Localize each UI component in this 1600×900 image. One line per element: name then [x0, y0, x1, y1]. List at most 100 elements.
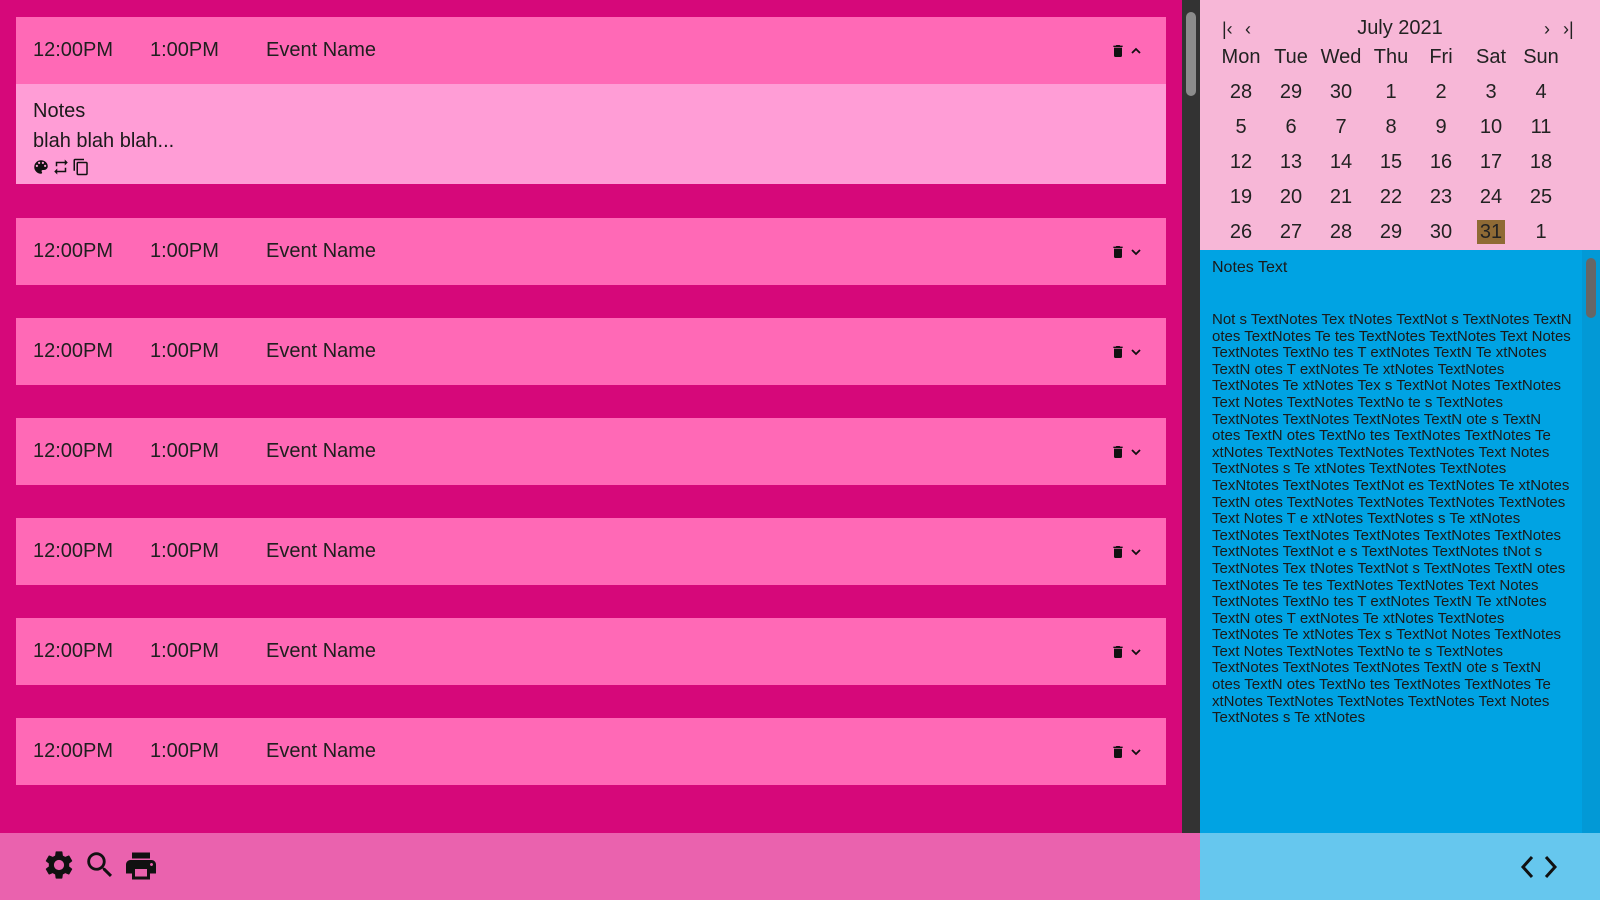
calendar-day-number: 12	[1229, 151, 1253, 173]
event-header[interactable]: 12:00PM 1:00PM Event Name	[16, 418, 1166, 485]
calendar-day[interactable]: 12	[1216, 151, 1266, 174]
delete-event-button[interactable]	[1110, 42, 1126, 60]
event-card[interactable]: 12:00PM 1:00PM Event Name	[16, 418, 1166, 485]
notes-panel[interactable]: Notes Text Not s TextNotes Tex tNotes Te…	[1200, 250, 1582, 833]
calendar-day[interactable]: 30	[1316, 81, 1366, 104]
calendar-day[interactable]: 3	[1466, 81, 1516, 104]
event-header[interactable]: 12:00PM 1:00PM Event Name	[16, 318, 1166, 385]
settings-button[interactable]	[42, 848, 76, 882]
calendar-day[interactable]: 21	[1316, 186, 1366, 209]
calendar-day[interactable]: 18	[1516, 151, 1566, 174]
expand-event-button[interactable]	[1130, 746, 1142, 758]
calendar-day[interactable]: 26	[1216, 221, 1266, 244]
calendar-day[interactable]: 1	[1516, 221, 1566, 244]
calendar-day[interactable]: 2	[1416, 81, 1466, 104]
expand-event-button[interactable]	[1130, 246, 1142, 258]
calendar-week-row: 28 29 30 1 2 3 4	[1216, 75, 1596, 110]
calendar-day[interactable]: 30	[1416, 221, 1466, 244]
event-header[interactable]: 12:00PM 1:00PM Event Name	[16, 17, 1166, 84]
delete-event-button[interactable]	[1110, 643, 1126, 661]
chevron-right-icon	[1544, 855, 1558, 879]
event-card[interactable]: 12:00PM 1:00PM Event Name Notes blah blah bl…	[16, 17, 1166, 184]
month-calendar: |‹ ‹ July 2021 › ›| Mon Tue Wed Thu Fri Sat Su…	[1200, 0, 1600, 250]
calendar-day-number: 19	[1229, 186, 1253, 208]
calendar-day[interactable]: 10	[1466, 116, 1516, 139]
calendar-month-title: July 2021	[1357, 17, 1443, 39]
calendar-day[interactable]: 11	[1516, 116, 1566, 139]
calendar-day-number: 22	[1379, 186, 1403, 208]
calendar-day[interactable]: 4	[1516, 81, 1566, 104]
next-month-button[interactable]: ›	[1544, 18, 1550, 40]
calendar-day[interactable]: 17	[1466, 151, 1516, 174]
event-header[interactable]: 12:00PM 1:00PM Event Name	[16, 718, 1166, 785]
chevron-left-icon	[1520, 855, 1534, 879]
event-card[interactable]: 12:00PM 1:00PM Event Name	[16, 618, 1166, 685]
event-header[interactable]: 12:00PM 1:00PM Event Name	[16, 618, 1166, 685]
calendar-day[interactable]: 28	[1316, 221, 1366, 244]
event-card[interactable]: 12:00PM 1:00PM Event Name	[16, 318, 1166, 385]
event-name: Event Name	[266, 540, 377, 562]
expand-event-button[interactable]	[1130, 346, 1142, 358]
event-list-scrollbar[interactable]	[1182, 0, 1200, 833]
calendar-day[interactable]: 20	[1266, 186, 1316, 209]
calendar-day[interactable]: 6	[1266, 116, 1316, 139]
event-name: Event Name	[266, 440, 377, 462]
notes-scrollbar[interactable]	[1582, 250, 1600, 833]
copy-button[interactable]	[72, 158, 90, 176]
calendar-day-number: 5	[1235, 116, 1247, 138]
calendar-day[interactable]: 8	[1366, 116, 1416, 139]
print-button[interactable]	[123, 848, 159, 884]
calendar-day[interactable]: 25	[1516, 186, 1566, 209]
trash-icon	[1113, 245, 1123, 258]
event-header[interactable]: 12:00PM 1:00PM Event Name	[16, 218, 1166, 285]
calendar-day[interactable]: 13	[1266, 151, 1316, 174]
calendar-day[interactable]: 16	[1416, 151, 1466, 174]
notes-scroll-thumb[interactable]	[1586, 258, 1596, 318]
event-header[interactable]: 12:00PM 1:00PM Event Name	[16, 518, 1166, 585]
collapse-event-button[interactable]	[1130, 45, 1142, 57]
delete-event-button[interactable]	[1110, 743, 1126, 761]
delete-event-button[interactable]	[1110, 543, 1126, 561]
calendar-day-number: 16	[1429, 151, 1453, 173]
delete-event-button[interactable]	[1110, 243, 1126, 261]
calendar-day[interactable]: 5	[1216, 116, 1266, 139]
calendar-day[interactable]: 14	[1316, 151, 1366, 174]
calendar-day-number: 29	[1379, 221, 1403, 243]
notes-text-area[interactable]: Not s TextNotes Tex tNotes TextNot s Tex…	[1212, 311, 1572, 727]
color-button[interactable]	[32, 158, 50, 176]
calendar-day[interactable]: 15	[1366, 151, 1416, 174]
calendar-day[interactable]: 7	[1316, 116, 1366, 139]
delete-event-button[interactable]	[1110, 343, 1126, 361]
weekday-label: Fri	[1429, 46, 1453, 68]
calendar-day[interactable]: 9	[1416, 116, 1466, 139]
panel-pager-bar	[1200, 833, 1600, 900]
calendar-day[interactable]: 23	[1416, 186, 1466, 209]
expand-event-button[interactable]	[1130, 446, 1142, 458]
previous-panel-button[interactable]	[1518, 853, 1538, 881]
calendar-day[interactable]: 22	[1366, 186, 1416, 209]
calendar-day-number: 20	[1279, 186, 1303, 208]
calendar-day[interactable]: 29	[1266, 81, 1316, 104]
calendar-day[interactable]: 1	[1366, 81, 1416, 104]
repeat-button[interactable]	[52, 158, 70, 176]
calendar-day[interactable]: 29	[1366, 221, 1416, 244]
event-notes-text[interactable]: blah blah blah...	[33, 130, 174, 153]
event-card[interactable]: 12:00PM 1:00PM Event Name	[16, 518, 1166, 585]
expand-event-button[interactable]	[1130, 546, 1142, 558]
event-end-time: 1:00PM	[150, 440, 219, 462]
chevron-down-icon	[1131, 648, 1141, 655]
event-list-scroll-thumb[interactable]	[1186, 12, 1196, 96]
last-month-button[interactable]: ›|	[1563, 18, 1574, 40]
search-button[interactable]	[83, 848, 117, 882]
calendar-day-selected[interactable]: 31	[1466, 220, 1516, 244]
calendar-day[interactable]: 24	[1466, 186, 1516, 209]
calendar-day-number: 2	[1435, 81, 1447, 103]
calendar-day[interactable]: 27	[1266, 221, 1316, 244]
expand-event-button[interactable]	[1130, 646, 1142, 658]
next-panel-button[interactable]	[1540, 853, 1560, 881]
event-card[interactable]: 12:00PM 1:00PM Event Name	[16, 218, 1166, 285]
calendar-day[interactable]: 28	[1216, 81, 1266, 104]
delete-event-button[interactable]	[1110, 443, 1126, 461]
event-card[interactable]: 12:00PM 1:00PM Event Name	[16, 718, 1166, 785]
calendar-day[interactable]: 19	[1216, 186, 1266, 209]
